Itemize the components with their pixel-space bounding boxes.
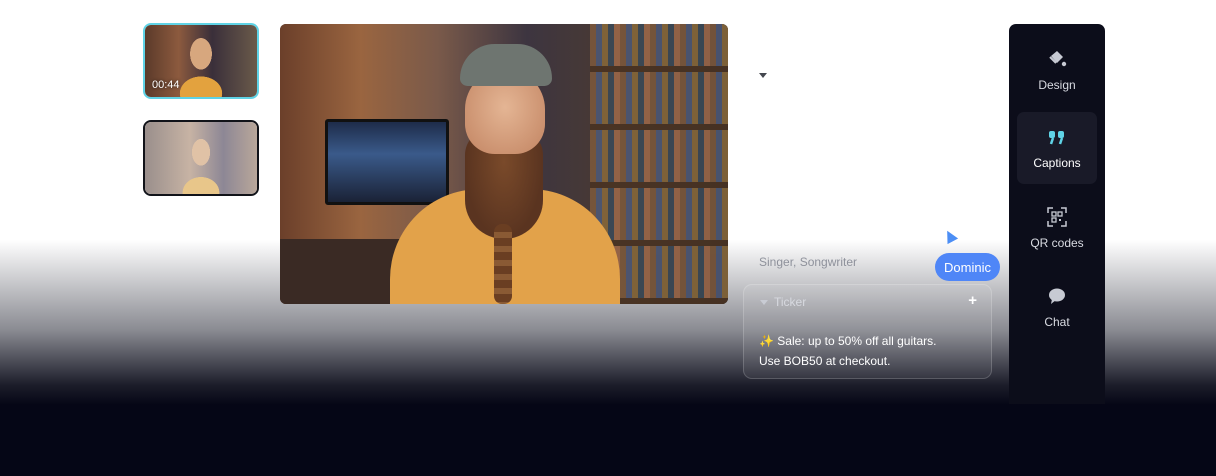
sidebar-item-label: Chat [1044,315,1070,329]
sidebar-item-captions[interactable]: Captions [1017,112,1097,184]
qr-code-icon [1047,207,1067,227]
sidebar-item-qr-codes[interactable]: QR codes [1017,192,1097,264]
ticker-line-2: Use BOB50 at checkout. [759,354,891,368]
sidebar-item-label: Captions [1033,156,1081,170]
person-braid [494,224,512,304]
monitor-shape [325,119,449,205]
person-cap [460,44,552,86]
thumbnail-duration: 00:44 [152,79,180,91]
ticker-text[interactable]: ✨ Sale: up to 50% off all guitars. Use B… [759,331,974,371]
lower-third-subtitle: Singer, Songwriter [759,255,858,269]
chat-bubble-icon [1049,288,1065,304]
thumbnail-image [145,122,257,194]
ticker-title: Ticker [774,295,807,309]
right-sidebar: Design Captions QR codes Chat [1009,24,1105,404]
video-thumbnail-2[interactable] [143,120,259,196]
paint-bucket-icon [1049,51,1067,67]
ticker-line-1: ✨ Sale: up to 50% off all guitars. [759,334,937,348]
collaborator-cursor-label: Dominic [935,253,1000,281]
chevron-down-icon[interactable] [760,299,768,305]
main-video-preview[interactable] [280,24,728,304]
sidebar-item-label: Design [1038,78,1076,92]
quote-icon [1049,131,1064,145]
sidebar-item-label: QR codes [1030,236,1084,250]
chevron-down-icon[interactable] [759,73,767,78]
sidebar-item-chat[interactable]: Chat [1017,271,1097,343]
cursor-pointer-icon [941,227,959,245]
ticker-card[interactable]: Ticker + ✨ Sale: up to 50% off all guita… [743,284,992,379]
sidebar-item-design[interactable]: Design [1017,34,1097,106]
add-ticker-button[interactable]: + [968,292,977,309]
video-thumbnail-1[interactable]: 00:44 [143,23,259,99]
ticker-header[interactable]: Ticker [760,295,806,309]
